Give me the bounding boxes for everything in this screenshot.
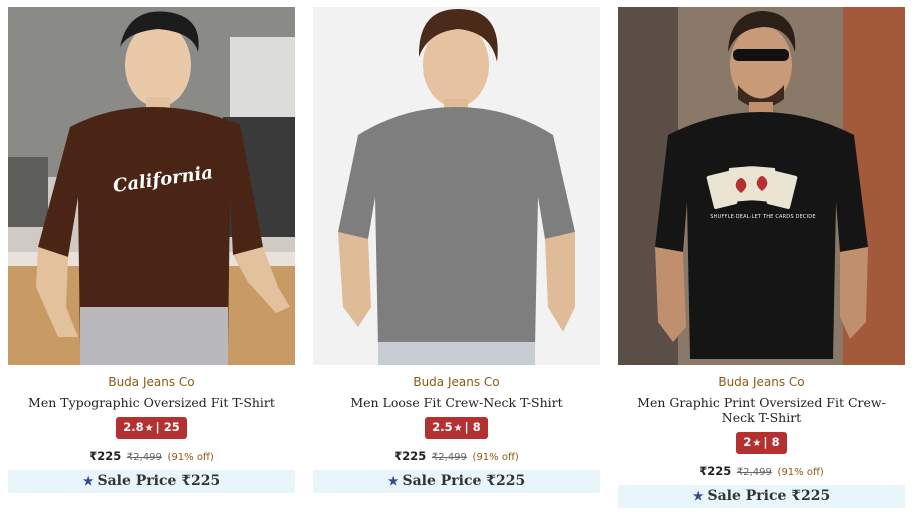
discount-percent: (91% off) bbox=[167, 452, 214, 463]
discount-percent: (91% off) bbox=[777, 467, 824, 478]
original-price: ₹2,499 bbox=[736, 467, 772, 478]
product-card[interactable]: Buda Jeans Co Men Loose Fit Crew-Neck T-… bbox=[313, 7, 600, 493]
star-icon: ★ bbox=[387, 474, 399, 488]
product-image[interactable]: SHUFFLE·DEAL·LET THE CARDS DECIDE bbox=[618, 7, 905, 365]
sale-price-banner: ★ Sale Price ₹225 bbox=[618, 485, 905, 508]
star-icon: ★ bbox=[453, 423, 463, 434]
star-icon: ★ bbox=[752, 438, 762, 449]
product-brand[interactable]: Buda Jeans Co bbox=[313, 375, 600, 389]
price-row: ₹225 ₹2,499 (91% off) bbox=[618, 464, 905, 478]
product-title[interactable]: Men Graphic Print Oversized Fit Crew-Nec… bbox=[618, 395, 905, 425]
product-photo-black-tshirt bbox=[618, 7, 905, 365]
sale-price: ₹225 bbox=[89, 449, 122, 463]
product-brand[interactable]: Buda Jeans Co bbox=[618, 375, 905, 389]
rating-value: 2.5 bbox=[432, 420, 453, 434]
star-icon: ★ bbox=[144, 423, 154, 434]
sale-price-banner: ★ Sale Price ₹225 bbox=[8, 470, 295, 493]
product-card[interactable]: SHUFFLE·DEAL·LET THE CARDS DECIDE Buda J… bbox=[618, 7, 905, 508]
price-row: ₹225 ₹2,499 (91% off) bbox=[8, 449, 295, 463]
sale-price: ₹225 bbox=[394, 449, 427, 463]
product-title[interactable]: Men Typographic Oversized Fit T-Shirt bbox=[8, 395, 295, 410]
product-title[interactable]: Men Loose Fit Crew-Neck T-Shirt bbox=[313, 395, 600, 410]
product-grid: California Buda Jeans Co Men Typographic… bbox=[0, 0, 923, 520]
rating-value: 2 bbox=[743, 435, 752, 449]
product-card[interactable]: California Buda Jeans Co Men Typographic… bbox=[8, 7, 295, 493]
sale-price: ₹225 bbox=[699, 464, 732, 478]
rating-value: 2.8 bbox=[123, 420, 144, 434]
review-count: 8 bbox=[771, 435, 780, 449]
original-price: ₹2,499 bbox=[126, 452, 162, 463]
rating-badge: 2.8★ | 25 bbox=[116, 417, 187, 439]
sale-price-banner: ★ Sale Price ₹225 bbox=[313, 470, 600, 493]
product-brand[interactable]: Buda Jeans Co bbox=[8, 375, 295, 389]
shirt-print-text: SHUFFLE·DEAL·LET THE CARDS DECIDE bbox=[710, 214, 816, 220]
sale-price-label: Sale Price ₹225 bbox=[97, 473, 221, 489]
product-photo-grey-tshirt bbox=[313, 7, 600, 365]
sale-price-label: Sale Price ₹225 bbox=[707, 488, 831, 504]
original-price: ₹2,499 bbox=[431, 452, 467, 463]
review-count: 8 bbox=[472, 420, 481, 434]
rating-badge: 2.5★ | 8 bbox=[425, 417, 488, 439]
price-row: ₹225 ₹2,499 (91% off) bbox=[313, 449, 600, 463]
product-image[interactable]: California bbox=[8, 7, 295, 365]
discount-percent: (91% off) bbox=[472, 452, 519, 463]
product-image[interactable] bbox=[313, 7, 600, 365]
review-count: 25 bbox=[163, 420, 180, 434]
rating-badge: 2★ | 8 bbox=[736, 432, 787, 454]
sale-price-label: Sale Price ₹225 bbox=[402, 473, 526, 489]
star-icon: ★ bbox=[82, 474, 94, 488]
star-icon: ★ bbox=[692, 489, 704, 503]
